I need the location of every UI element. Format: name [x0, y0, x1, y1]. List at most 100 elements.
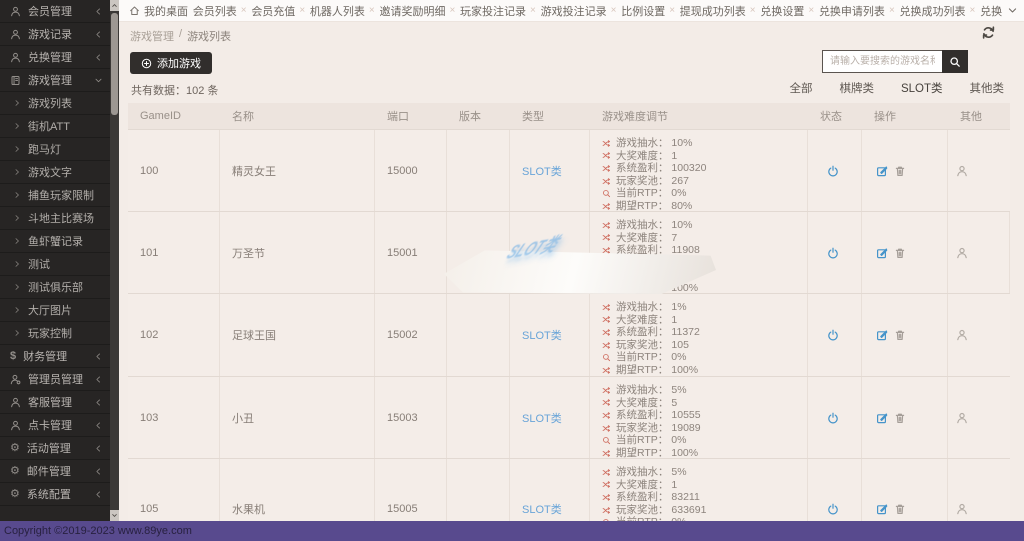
tab[interactable]: 兑换成功列表 ×	[900, 3, 976, 19]
close-icon[interactable]: ×	[750, 5, 756, 16]
sidebar-item[interactable]: 会员管理	[0, 0, 110, 23]
sidebar-item[interactable]: 测试俱乐部	[0, 276, 110, 299]
person-icon[interactable]	[956, 329, 968, 341]
sidebar-item[interactable]: 斗地主比赛场	[0, 207, 110, 230]
tab[interactable]: 兑换	[980, 3, 1002, 19]
breadcrumb-section[interactable]: 游戏管理	[130, 28, 174, 44]
trash-icon[interactable]	[894, 165, 906, 177]
sidebar-item[interactable]: 玩家控制	[0, 322, 110, 345]
power-icon[interactable]	[827, 247, 839, 259]
close-icon[interactable]: ×	[808, 5, 814, 16]
sidebar-item[interactable]: 大厅图片	[0, 299, 110, 322]
sidebar-item[interactable]: 测试	[0, 253, 110, 276]
trash-icon[interactable]	[894, 503, 906, 515]
filter-tab[interactable]: 其他类	[970, 80, 1005, 105]
actions-cell	[862, 459, 948, 521]
person-icon[interactable]	[956, 165, 968, 177]
tab[interactable]: 比例设置 ×	[621, 3, 675, 19]
tab[interactable]: 玩家投注记录 ×	[460, 3, 536, 19]
trash-icon[interactable]	[894, 247, 906, 259]
sidebar-item[interactable]: 客服管理	[0, 391, 110, 414]
tab[interactable]: 兑换申请列表 ×	[819, 3, 895, 19]
tab[interactable]: 提现成功列表 ×	[680, 3, 756, 19]
tab[interactable]: 兑换设置 ×	[760, 3, 814, 19]
edit-icon[interactable]	[876, 165, 888, 177]
power-icon[interactable]	[827, 503, 839, 515]
game-type-link[interactable]: SLOT类	[522, 501, 562, 517]
person-icon[interactable]	[956, 412, 968, 424]
sidebar-item[interactable]: 游戏记录	[0, 23, 110, 46]
sidebar-item[interactable]: 捕鱼玩家限制	[0, 184, 110, 207]
sidebar-item[interactable]: $ 财务管理	[0, 345, 110, 368]
tab[interactable]: 我的桌面	[129, 3, 188, 19]
tab-label: 玩家投注记录	[460, 5, 527, 18]
sidebar-item[interactable]: 游戏文字	[0, 161, 110, 184]
edit-icon[interactable]	[876, 412, 888, 424]
search-input[interactable]	[822, 50, 942, 73]
sidebar-item[interactable]: ⚙ 活动管理	[0, 437, 110, 460]
scroll-up-icon[interactable]	[110, 0, 119, 11]
close-icon[interactable]: ×	[369, 5, 375, 16]
difficulty-stat: 大奖难度： 1	[602, 150, 807, 163]
table-header-row: GameID 名称 端口 版本 类型 游戏难度调节 状态 操作 其他	[128, 103, 1010, 129]
tab[interactable]: 会员充值 ×	[251, 3, 305, 19]
add-game-button[interactable]: 添加游戏	[130, 52, 212, 74]
filter-tab[interactable]: SLOT类	[900, 80, 943, 105]
sidebar-item[interactable]: 点卡管理	[0, 414, 110, 437]
sidebar-item[interactable]: 管理员管理	[0, 368, 110, 391]
close-icon[interactable]: ×	[611, 5, 617, 16]
stat-text: 玩家奖池： 633691	[616, 503, 707, 516]
search-button[interactable]	[942, 50, 968, 73]
tab[interactable]: 会员列表 ×	[193, 3, 247, 19]
person-icon[interactable]	[956, 503, 968, 515]
game-type-cell: SLOT类	[510, 130, 590, 211]
tab[interactable]: 邀请奖励明细 ×	[379, 3, 455, 19]
close-icon[interactable]: ×	[530, 5, 536, 16]
sidebar-scrollbar[interactable]	[110, 0, 119, 521]
power-icon[interactable]	[827, 412, 839, 424]
sidebar-item[interactable]: 游戏管理	[0, 69, 110, 92]
sidebar-item[interactable]: 游戏列表	[0, 92, 110, 115]
stat-text: 当前RTP： 0%	[616, 434, 687, 447]
edit-icon[interactable]	[876, 503, 888, 515]
refresh-icon[interactable]	[981, 25, 996, 40]
sidebar-item[interactable]: 兑换管理	[0, 46, 110, 69]
filter-tab[interactable]: 棋牌类	[839, 80, 874, 105]
close-icon[interactable]: ×	[449, 5, 455, 16]
trash-icon[interactable]	[894, 412, 906, 424]
status-cell	[808, 294, 862, 376]
filter-tab[interactable]: 全部	[789, 80, 812, 105]
close-icon[interactable]: ×	[241, 5, 247, 16]
game-type-link[interactable]: SLOT类	[522, 163, 562, 179]
status-cell	[808, 130, 862, 211]
scrollbar-thumb[interactable]	[111, 13, 118, 115]
adjust-icon	[602, 449, 611, 458]
person-icon[interactable]	[956, 247, 968, 259]
sidebar-item[interactable]: 跑马灯	[0, 138, 110, 161]
chevron-down-icon[interactable]	[1007, 5, 1018, 16]
game-type-link[interactable]: SLOT类	[522, 327, 562, 343]
scroll-down-icon[interactable]	[110, 510, 119, 521]
sidebar-item[interactable]: 鱼虾蟹记录	[0, 230, 110, 253]
stat-text: 大奖难度： 7	[616, 231, 678, 244]
tab[interactable]: 机器人列表 ×	[310, 3, 375, 19]
power-icon[interactable]	[827, 329, 839, 341]
tab[interactable]: 游戏投注记录 ×	[541, 3, 617, 19]
sidebar-item[interactable]: ⚙ 邮件管理	[0, 460, 110, 483]
game-version-cell	[447, 294, 510, 376]
column-header: 游戏难度调节	[602, 111, 668, 123]
stat-text: 系统盈利： 11372	[616, 326, 700, 339]
sidebar-item[interactable]: ⚙ 系统配置	[0, 483, 110, 506]
edit-icon[interactable]	[876, 247, 888, 259]
close-icon[interactable]: ×	[970, 5, 976, 16]
power-icon[interactable]	[827, 165, 839, 177]
close-icon[interactable]: ×	[299, 5, 305, 16]
game-type-link[interactable]: SLOT类	[522, 410, 562, 426]
close-icon[interactable]: ×	[669, 5, 675, 16]
trash-icon[interactable]	[894, 329, 906, 341]
close-icon[interactable]: ×	[889, 5, 895, 16]
sidebar-item[interactable]: 街机ATT	[0, 115, 110, 138]
plus-circle-icon	[141, 58, 152, 69]
chevron-left-icon	[94, 352, 103, 361]
edit-icon[interactable]	[876, 329, 888, 341]
